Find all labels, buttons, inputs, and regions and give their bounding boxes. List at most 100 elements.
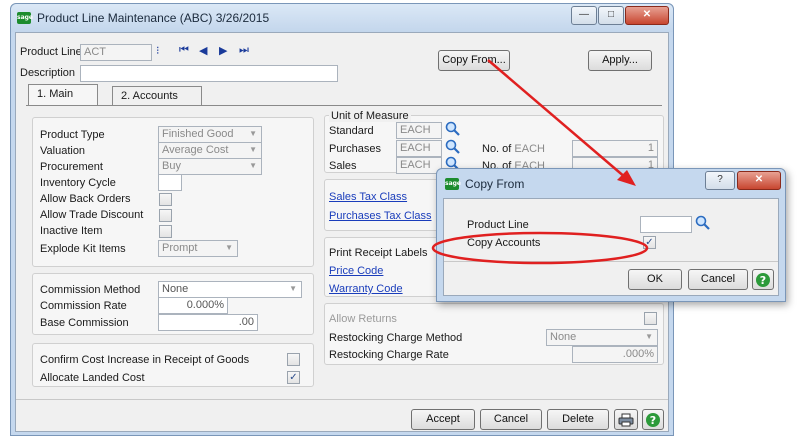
warranty-code-link[interactable]: Warranty Code: [329, 283, 403, 295]
no-of-unit: EACH: [514, 143, 545, 155]
sales-label: Sales: [329, 160, 357, 172]
allow-back-orders-label: Allow Back Orders: [40, 193, 131, 205]
purchases-label: Purchases: [329, 143, 381, 155]
printer-icon: [618, 413, 634, 427]
search-icon[interactable]: [695, 215, 710, 230]
sage-logo-icon: sage: [445, 178, 461, 190]
tab-main[interactable]: 1. Main: [28, 84, 98, 106]
cancel-button[interactable]: Cancel: [480, 409, 542, 430]
dialog-client-area: Product Line Copy Accounts ✓ OK Cancel ?: [443, 198, 779, 296]
help-icon: ?: [756, 273, 770, 287]
unit-of-measure-label: Unit of Measure: [329, 110, 411, 122]
no-of-text: No. of: [482, 143, 512, 155]
next-record-icon[interactable]: ▶: [219, 44, 227, 57]
print-button[interactable]: [614, 409, 638, 430]
commission-method-value: None: [162, 283, 189, 295]
standard-label: Standard: [329, 125, 374, 137]
chevron-down-icon: ▼: [289, 284, 297, 293]
commission-method-label: Commission Method: [40, 284, 141, 296]
purchases-conversion-field[interactable]: 1: [572, 140, 658, 157]
title-bar: sage Product Line Maintenance (ABC) 3/26…: [11, 4, 673, 32]
allow-returns-checkbox[interactable]: [644, 312, 657, 325]
dialog-product-line-label: Product Line: [467, 219, 529, 231]
sage-logo-icon: sage: [17, 12, 33, 24]
commission-rate-field[interactable]: 0.000%: [158, 297, 228, 314]
help-button[interactable]: ?: [642, 409, 664, 430]
procurement-select[interactable]: Buy ▼: [158, 158, 262, 175]
first-record-icon[interactable]: ⏮: [179, 44, 189, 57]
lookup-dots-icon[interactable]: ⁝: [156, 44, 160, 57]
purchases-tax-class-link[interactable]: Purchases Tax Class: [329, 210, 432, 222]
purchases-uom-field[interactable]: EACH: [396, 140, 442, 157]
chevron-down-icon: ▼: [249, 129, 257, 138]
commission-method-select[interactable]: None ▼: [158, 281, 302, 298]
chevron-down-icon: ▼: [645, 332, 653, 341]
previous-record-icon[interactable]: ◀: [199, 44, 207, 57]
allow-trade-discount-checkbox[interactable]: [159, 209, 172, 222]
dialog-title: Copy From: [465, 177, 525, 191]
inactive-item-checkbox[interactable]: [159, 225, 172, 238]
tab-accounts[interactable]: 2. Accounts: [112, 86, 202, 106]
procurement-label: Procurement: [40, 161, 103, 173]
confirm-cost-checkbox[interactable]: [287, 353, 300, 366]
product-line-field[interactable]: ACT: [80, 44, 152, 61]
restocking-method-value: None: [550, 331, 577, 343]
allow-returns-label: Allow Returns: [329, 313, 397, 325]
inventory-cycle-field[interactable]: [158, 174, 182, 191]
base-commission-label: Base Commission: [40, 317, 129, 329]
sales-tax-class-link[interactable]: Sales Tax Class: [329, 191, 407, 203]
dialog-footer-divider: [444, 261, 778, 262]
svg-text:?: ?: [760, 274, 766, 287]
copy-accounts-label: Copy Accounts: [467, 237, 541, 249]
footer-divider: [16, 399, 668, 400]
no-of-label: No. of EACH: [482, 143, 545, 155]
copy-from-dialog: sage Copy From ? ✕ Product Line Copy Acc…: [436, 168, 786, 302]
explode-kit-items-select[interactable]: Prompt ▼: [158, 240, 238, 257]
search-icon[interactable]: [445, 121, 460, 136]
base-commission-field[interactable]: .00: [158, 314, 258, 331]
inactive-item-label: Inactive Item: [40, 225, 103, 237]
copy-accounts-checkbox[interactable]: ✓: [643, 236, 656, 249]
product-type-label: Product Type: [40, 129, 105, 141]
accept-button[interactable]: Accept: [411, 409, 475, 430]
dialog-close-button[interactable]: ✕: [737, 171, 781, 190]
apply-button[interactable]: Apply...: [588, 50, 652, 71]
last-record-icon[interactable]: ⏭: [239, 44, 249, 57]
valuation-select[interactable]: Average Cost ▼: [158, 142, 262, 159]
description-label: Description: [20, 67, 76, 79]
restocking-rate-label: Restocking Charge Rate: [329, 349, 449, 361]
delete-button[interactable]: Delete: [547, 409, 609, 430]
description-field[interactable]: [80, 65, 338, 82]
print-receipt-labels-label: Print Receipt Labels: [329, 247, 428, 259]
valuation-label: Valuation: [40, 145, 86, 157]
dialog-ok-button[interactable]: OK: [628, 269, 682, 290]
window-title: Product Line Maintenance (ABC) 3/26/2015: [37, 11, 270, 25]
allow-back-orders-checkbox[interactable]: [159, 193, 172, 206]
standard-uom-field[interactable]: EACH: [396, 122, 442, 139]
dialog-help-button[interactable]: ?: [705, 171, 735, 190]
help-icon: ?: [646, 413, 660, 427]
chevron-down-icon: ▼: [225, 243, 233, 252]
allocate-landed-cost-checkbox[interactable]: ✓: [287, 371, 300, 384]
minimize-button[interactable]: —: [571, 6, 597, 25]
restocking-method-label: Restocking Charge Method: [329, 332, 463, 344]
explode-kit-items-value: Prompt: [162, 242, 198, 254]
explode-kit-items-label: Explode Kit Items: [40, 243, 126, 255]
close-button[interactable]: ✕: [625, 6, 669, 25]
dialog-product-line-field[interactable]: [640, 216, 692, 233]
search-icon[interactable]: [445, 139, 460, 154]
copy-from-button[interactable]: Copy From...: [438, 50, 510, 71]
restocking-rate-field[interactable]: .000%: [572, 346, 658, 363]
sales-uom-field[interactable]: EACH: [396, 157, 442, 174]
commission-rate-label: Commission Rate: [40, 300, 127, 312]
dialog-cancel-button[interactable]: Cancel: [688, 269, 748, 290]
maximize-button[interactable]: □: [598, 6, 624, 25]
product-type-value: Finished Good: [162, 128, 234, 140]
svg-text:?: ?: [650, 414, 656, 427]
chevron-down-icon: ▼: [249, 145, 257, 154]
allocate-landed-cost-label: Allocate Landed Cost: [40, 372, 145, 384]
restocking-method-select[interactable]: None ▼: [546, 329, 658, 346]
product-type-select[interactable]: Finished Good ▼: [158, 126, 262, 143]
price-code-link[interactable]: Price Code: [329, 265, 383, 277]
dialog-help-icon-button[interactable]: ?: [752, 269, 774, 290]
